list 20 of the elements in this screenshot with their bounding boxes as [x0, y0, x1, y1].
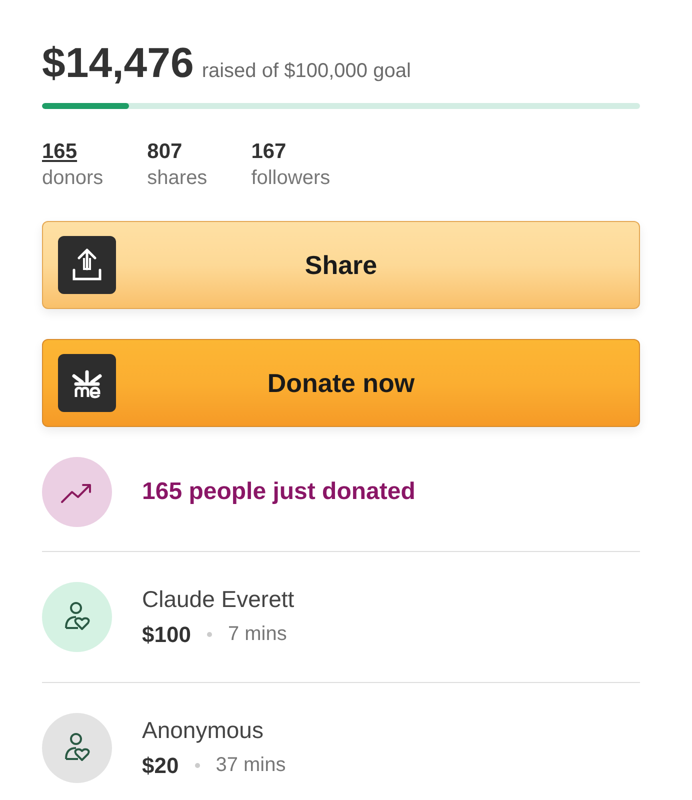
- stat-label: shares: [147, 166, 208, 191]
- stat-value-link[interactable]: 165: [42, 139, 78, 165]
- trending-up-icon: [42, 457, 112, 527]
- share-button[interactable]: Share: [42, 221, 640, 309]
- raised-amount: $14,476: [42, 42, 194, 84]
- goal-caption: raised of $100,000 goal: [202, 59, 411, 84]
- stat-label: donors: [42, 166, 104, 191]
- donation-time: 7 mins: [228, 622, 287, 647]
- upload-icon: [58, 236, 116, 294]
- stat-value: 167: [251, 139, 286, 165]
- donor-name: Claude Everett: [142, 584, 294, 614]
- stat-value: 807: [147, 139, 182, 165]
- donation-amount: $100: [142, 620, 191, 648]
- stat-label: followers: [251, 166, 330, 191]
- crown-logo-icon: [58, 354, 116, 412]
- activity-text: 165 people just donated: [142, 477, 416, 507]
- donor-name: Anonymous: [142, 716, 264, 744]
- donate-button[interactable]: Donate now: [42, 339, 640, 427]
- donation-amount: $20: [142, 752, 179, 780]
- donation-time: 37 mins: [216, 753, 286, 778]
